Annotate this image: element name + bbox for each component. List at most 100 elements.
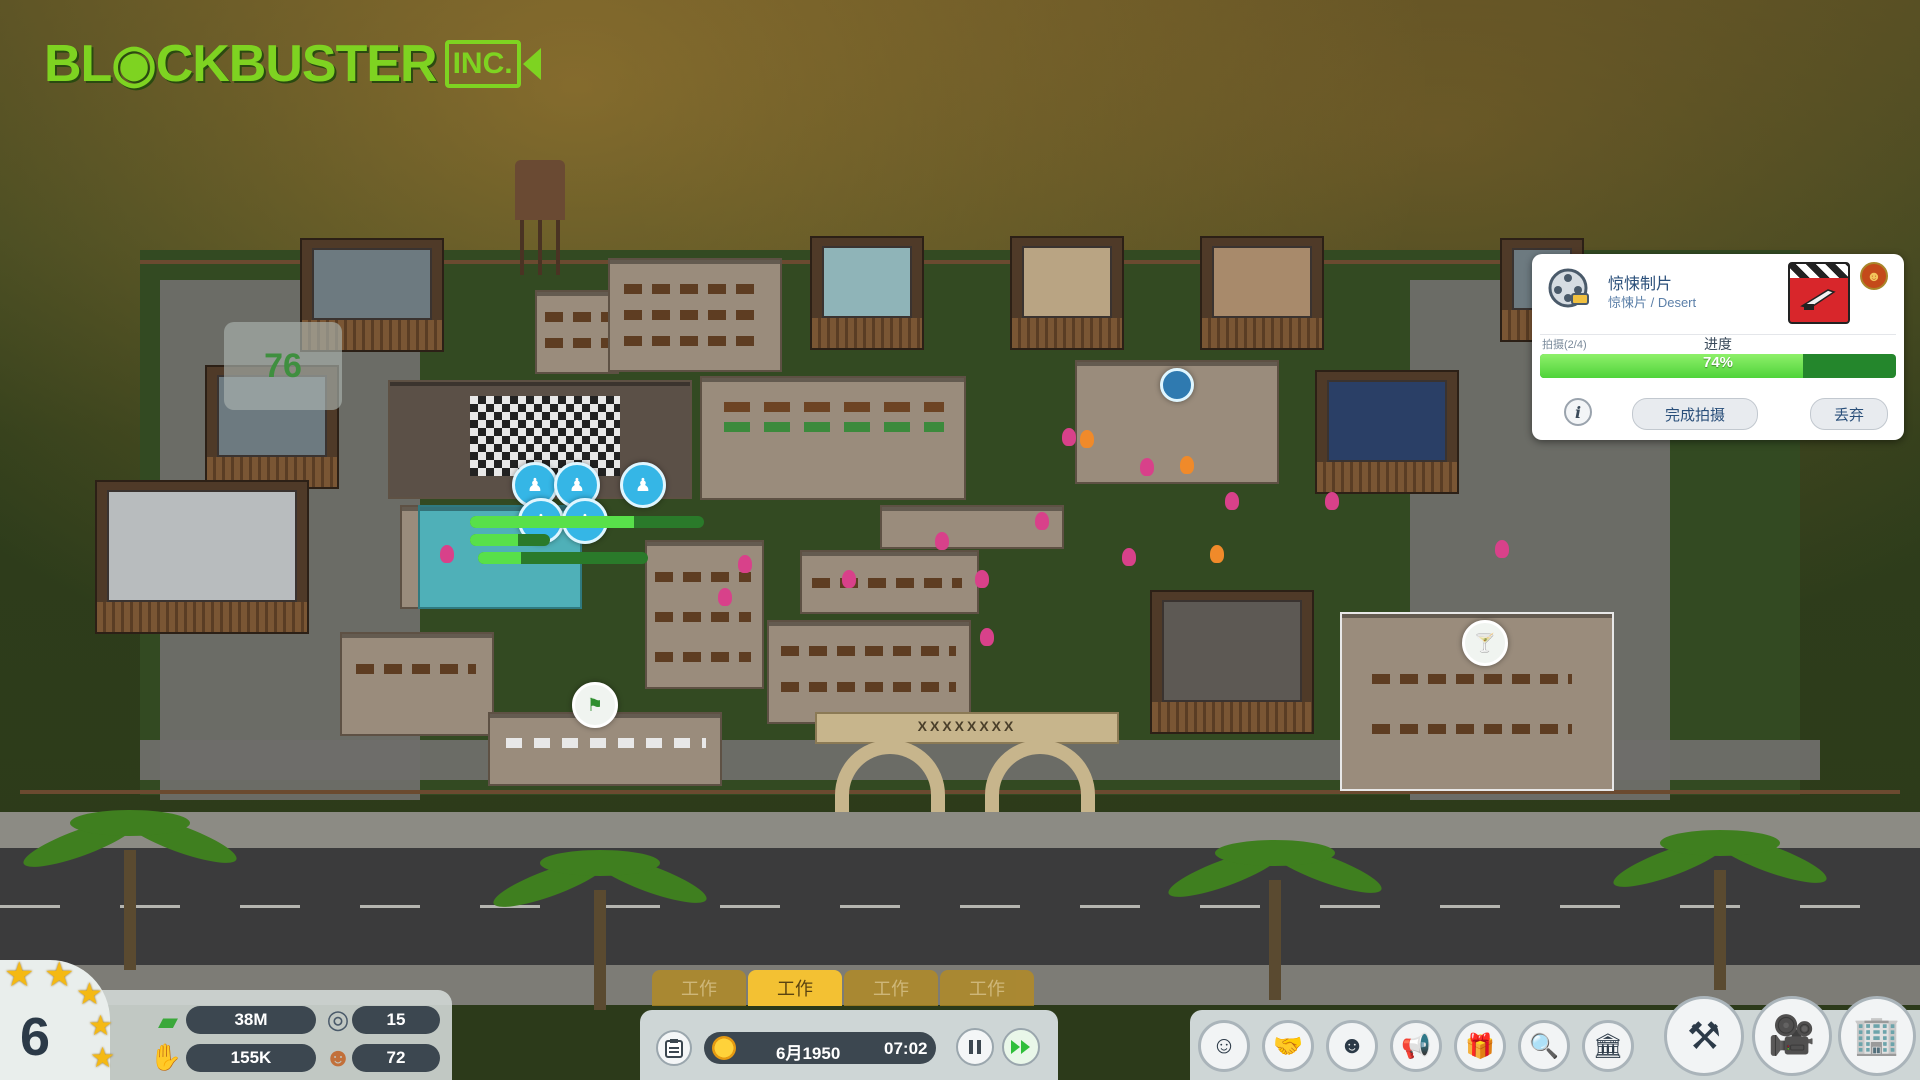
staff-person[interactable] [1210,545,1224,563]
staff-person[interactable] [1080,430,1094,448]
sound-stage[interactable] [95,480,309,634]
bank-icon: 🏛 [1592,1032,1624,1060]
deals-menu-button[interactable]: 🤝 [1262,1020,1314,1072]
staff-icon: ☺ [1211,1032,1237,1059]
production-progress-bar: 74% [1540,354,1896,378]
staff-person[interactable] [718,588,732,606]
current-time: 07:02 [884,1039,928,1058]
shift-tab-4[interactable]: 工作 [940,970,1034,1006]
star-icon: ★ [76,978,103,1011]
money-value: 38M [186,1006,316,1034]
shift-tab-2[interactable]: 工作 [748,970,842,1006]
rehearsal-bubble[interactable] [1160,368,1194,402]
staff-person[interactable] [975,570,989,588]
pause-button[interactable] [956,1028,994,1066]
office-room[interactable] [800,550,979,614]
date-time-display: 6月1950 07:02 [704,1032,936,1064]
production-menu-button[interactable]: 🎥 [1752,996,1832,1076]
staff-person[interactable] [1035,512,1049,530]
editing-room[interactable] [700,376,966,500]
film-reel-icon [1548,268,1589,308]
staff-person[interactable] [440,545,454,563]
activity-progress-bar [470,516,704,528]
gift-icon: 🎁 [1465,1032,1495,1060]
schedule-button[interactable] [656,1030,692,1066]
buildings-icon: 🏢 [1853,1015,1901,1057]
production-title: 惊悚制片 [1608,276,1673,293]
shift-tab-3[interactable]: 工作 [844,970,938,1006]
office-room[interactable] [608,258,782,372]
studio-level: 6 [20,1007,51,1067]
restroom-bubble[interactable]: ⚑ [572,682,618,728]
staff-value: 72 [352,1044,440,1072]
production-panel[interactable]: 惊悚制片 惊悚片 / Desert ☻ 拍摄(2/4) 进度 74% i 完成拍… [1532,254,1904,440]
money-icon: ▰ [158,1005,178,1036]
activity-progress-bar [478,552,648,564]
office-room[interactable] [535,290,619,374]
pause-icon [969,1040,981,1054]
bank-menu-button[interactable]: 🏛 [1582,1020,1634,1072]
gate-sign: XXXXXXXX [917,718,1017,734]
fan-hand-icon: ✋ [149,1041,183,1072]
info-button[interactable]: i [1564,398,1592,426]
build-tools-icon: ⚒ [1686,1015,1722,1058]
staff-person[interactable] [1140,458,1154,476]
actors-icon: ☻ [1339,1032,1365,1059]
activity-bubble[interactable]: ♟ [620,462,666,508]
sound-stage[interactable] [1150,590,1314,734]
star-icon: ★ [88,1010,114,1041]
marketing-menu-button[interactable]: 📢 [1390,1020,1442,1072]
staff-person[interactable] [738,555,752,573]
studio-score-indicator[interactable]: 76 [224,322,342,410]
camera-icon [522,48,541,80]
buildings-menu-button[interactable]: 🏢 [1838,996,1916,1076]
discard-button[interactable]: 丢弃 [1810,398,1888,430]
fans-value: 155K [186,1044,316,1072]
research-menu-button[interactable]: 🔍 [1518,1020,1570,1072]
office-room[interactable] [340,632,494,736]
rewards-menu-button[interactable]: 🎁 [1454,1020,1506,1072]
office-room[interactable] [767,620,971,724]
star-icon: ★ [44,956,75,994]
studio-gate[interactable]: XXXXXXXX [815,712,1119,822]
handshake-icon: 🤝 [1273,1032,1303,1060]
genre-badge-icon[interactable]: ☻ [1860,262,1888,290]
staff-person[interactable] [1495,540,1509,558]
sound-stage[interactable] [810,236,924,350]
studio-score-value: 76 [264,346,302,385]
production-progress-text: 74% [1702,354,1734,371]
clipboard-icon [665,1039,683,1058]
actors-menu-button[interactable]: ☻ [1326,1020,1378,1072]
current-date: 6月1950 [776,1044,841,1063]
daytime-sun-icon [712,1036,736,1060]
shift-tab-1[interactable]: 工作 [652,970,746,1006]
sound-stage[interactable] [1315,370,1459,494]
production-genre-location: 惊悚片 / Desert [1608,295,1697,310]
logo-inc: INC. [444,40,521,88]
staff-person[interactable] [1225,492,1239,510]
bar-bubble[interactable]: 🍸 [1462,620,1508,666]
search-document-icon: 🔍 [1529,1032,1559,1060]
staff-person[interactable] [1122,548,1136,566]
sidewalk [0,812,1920,852]
staff-person[interactable] [842,570,856,588]
star-icon: ★ [4,956,35,994]
megaphone-icon: 📢 [1401,1032,1431,1060]
clapperboard-icon[interactable] [1788,262,1850,324]
fast-forward-icon [1011,1040,1030,1054]
staff-person[interactable] [1180,456,1194,474]
game-world-view[interactable]: 76 ♟ ♟ ♟ ♟ ♟ ⚑ 🍸 XXXXXXXX [0,0,1920,1080]
build-menu-button[interactable]: ⚒ [1664,996,1744,1076]
staff-person[interactable] [1062,428,1076,446]
progress-label: 进度 [1704,336,1732,352]
staff-menu-button[interactable]: ☺ [1198,1020,1250,1072]
staff-person[interactable] [1325,492,1339,510]
staff-person[interactable] [980,628,994,646]
sound-stage[interactable] [1010,236,1124,350]
fast-forward-button[interactable] [1002,1028,1040,1066]
staff-person[interactable] [935,532,949,550]
sound-stage[interactable] [1200,236,1324,350]
logo-text: BL◉CKBUSTER [44,35,438,93]
water-tower [515,160,565,275]
complete-shooting-button[interactable]: 完成拍摄 [1632,398,1758,430]
